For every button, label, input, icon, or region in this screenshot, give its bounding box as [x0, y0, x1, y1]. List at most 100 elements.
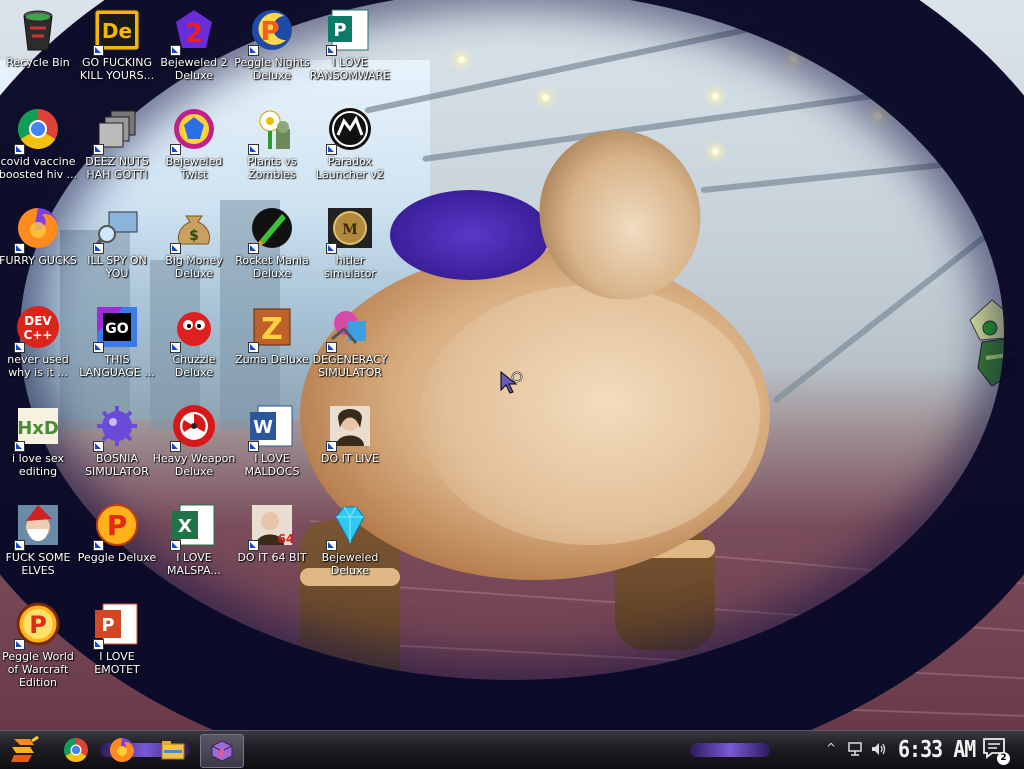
wallpaper-beam: [364, 12, 816, 114]
desktop-icon[interactable]: DEGENERACY SIMULATOR: [308, 303, 392, 379]
desktop-icon-label: Peggle World of Warcraft Edition: [2, 650, 74, 689]
shortcut-arrow-icon: [14, 441, 25, 452]
desktop-icon[interactable]: Plants vs Zombies: [230, 105, 314, 181]
chuzzle-icon: [170, 303, 218, 353]
desktop-icon-label: Chuzzle Deluxe: [172, 353, 216, 379]
desktop-icon[interactable]: FURRY GUCKS: [0, 204, 80, 267]
shortcut-arrow-icon: [248, 144, 259, 155]
desktop-icon-label: I LOVE EMOTET: [94, 650, 140, 676]
desktop-icon-label: FURRY GUCKS: [0, 254, 77, 267]
svg-text:M: M: [342, 222, 358, 238]
portrait-icon: [326, 402, 374, 452]
desktop-icon[interactable]: Rocket Mania Deluxe: [230, 204, 314, 280]
desktop-icon[interactable]: Heavy Weapon Deluxe: [152, 402, 236, 478]
wallpaper-light: [745, 12, 752, 19]
winrar-icon: [211, 740, 233, 762]
desktop-icon[interactable]: Paradox Launcher v2: [308, 105, 392, 181]
desktop-icon[interactable]: ILL SPY ON YOU: [75, 204, 159, 280]
mascot-rear: [420, 285, 760, 545]
taskbar-accent-bar: [690, 743, 770, 757]
desktop-icon[interactable]: P I LOVE RANSOMWARE: [308, 6, 392, 82]
desktop-icon-label: DO IT LIVE: [321, 452, 379, 465]
desktop-icon[interactable]: P Peggle Nights Deluxe: [230, 6, 314, 82]
svg-text:P: P: [333, 20, 346, 41]
portrait-64-icon: 64: [248, 501, 296, 551]
start-button[interactable]: [4, 733, 44, 767]
wallpaper-light: [875, 112, 882, 119]
desktop-icon-label: i love sex editing: [12, 452, 64, 478]
tray-overflow-chevron-icon[interactable]: ^: [826, 741, 836, 755]
wallpaper-light: [790, 55, 797, 62]
firefox-icon: [110, 738, 134, 762]
desktop-icon[interactable]: DO IT LIVE: [308, 402, 392, 465]
shortcut-arrow-icon: [170, 45, 181, 56]
desktop-icon[interactable]: FUCK SOME ELVES: [0, 501, 80, 577]
desktop-icon[interactable]: DEEZ NUTS HAH GOTTI: [75, 105, 159, 181]
firefox-icon: [14, 204, 62, 254]
shortcut-arrow-icon: [248, 441, 259, 452]
de-icon: De: [93, 6, 141, 56]
desktop-icon[interactable]: 2 Bejeweled 2 Deluxe: [152, 6, 236, 82]
desktop-icon[interactable]: HxD i love sex editing: [0, 402, 80, 478]
action-center-button[interactable]: 2: [982, 737, 1010, 765]
peggle-icon: P: [93, 501, 141, 551]
diamond-icon: [326, 501, 374, 551]
shortcut-arrow-icon: [93, 441, 104, 452]
desktop-icon[interactable]: W I LOVE MALDOCS: [230, 402, 314, 478]
desktop-icon-label: DEEZ NUTS HAH GOTTI: [85, 155, 149, 181]
taskbar-file-explorer-button[interactable]: [155, 734, 191, 766]
peggle-wow-icon: P: [14, 600, 62, 650]
desktop-icon[interactable]: Z Zuma Deluxe: [230, 303, 314, 366]
taskbar-clock[interactable]: 6:33 AM: [898, 735, 976, 763]
network-icon[interactable]: [846, 740, 864, 758]
shortcut-arrow-icon: [93, 45, 104, 56]
desktop-icon[interactable]: P I LOVE EMOTET: [75, 600, 159, 676]
svg-text:GO: GO: [105, 321, 128, 337]
desktop-icon-label: Heavy Weapon Deluxe: [152, 452, 236, 478]
desktop-icon[interactable]: P Peggle Deluxe: [75, 501, 159, 564]
window-stack-icon: [93, 105, 141, 155]
shortcut-arrow-icon: [326, 441, 337, 452]
shortcut-arrow-icon: [248, 45, 259, 56]
svg-text:HxD: HxD: [17, 418, 59, 439]
shortcut-arrow-icon: [14, 243, 25, 254]
desktop-icon[interactable]: Bejeweled Twist: [152, 105, 236, 181]
notification-count-badge: 2: [997, 752, 1010, 765]
shortcut-arrow-icon: [93, 540, 104, 551]
desktop-icon[interactable]: De GO FUCKING KILL YOURS...: [75, 6, 159, 82]
wallpaper-light: [458, 56, 465, 63]
wallpaper-light: [542, 94, 549, 101]
desktop-icon[interactable]: $ Big Money Deluxe: [152, 204, 236, 280]
desktop-icon[interactable]: X I LOVE MALSPA...: [152, 501, 236, 577]
desktop-icon[interactable]: 64 DO IT 64 BIT: [230, 501, 314, 564]
goland-icon: GO: [93, 303, 141, 353]
shortcut-arrow-icon: [326, 540, 337, 551]
desktop-icon-label: hitler simulator: [324, 254, 376, 280]
hxd-icon: HxD: [14, 402, 62, 452]
taskbar-chrome-button[interactable]: [58, 734, 94, 766]
desktop-icon-label: ILL SPY ON YOU: [87, 254, 147, 280]
desktop-icon-label: THIS LANGUAGE ...: [79, 353, 155, 379]
desktop-icon[interactable]: Mhitler simulator: [308, 204, 392, 280]
taskbar-firefox-button[interactable]: [104, 734, 140, 766]
volume-icon[interactable]: [870, 740, 888, 758]
spy-monitor-icon: [93, 204, 141, 254]
svg-text:$: $: [189, 228, 199, 244]
shortcut-arrow-icon: [170, 243, 181, 254]
desktop-icon[interactable]: DEV C++ never used why is it ...: [0, 303, 80, 379]
desktop-icon[interactable]: Chuzzle Deluxe: [152, 303, 236, 379]
desktop-icon[interactable]: Recycle Bin: [0, 6, 80, 69]
desktop-icon-label: DEGENERACY SIMULATOR: [312, 353, 388, 379]
desktop-icon-label: I LOVE RANSOMWARE: [309, 56, 391, 82]
desktop-icon-label: never used why is it ...: [7, 353, 69, 379]
desktop-icon[interactable]: Bejeweled Deluxe: [308, 501, 392, 577]
taskbar-winrar-button[interactable]: [200, 734, 244, 768]
desktop-icon[interactable]: GO THIS LANGUAGE ...: [75, 303, 159, 379]
desktop-icon-label: Plants vs Zombies: [247, 155, 297, 181]
desktop-icon[interactable]: P Peggle World of Warcraft Edition: [0, 600, 80, 689]
desktop-icon[interactable]: BOSNIA SIMULATOR: [75, 402, 159, 478]
desktop-icon-label: I LOVE MALSPA...: [167, 551, 221, 577]
shortcut-arrow-icon: [326, 342, 337, 353]
peridot-character-icon: [969, 299, 1023, 387]
desktop-icon[interactable]: covid vaccine boosted hiv ...: [0, 105, 80, 181]
